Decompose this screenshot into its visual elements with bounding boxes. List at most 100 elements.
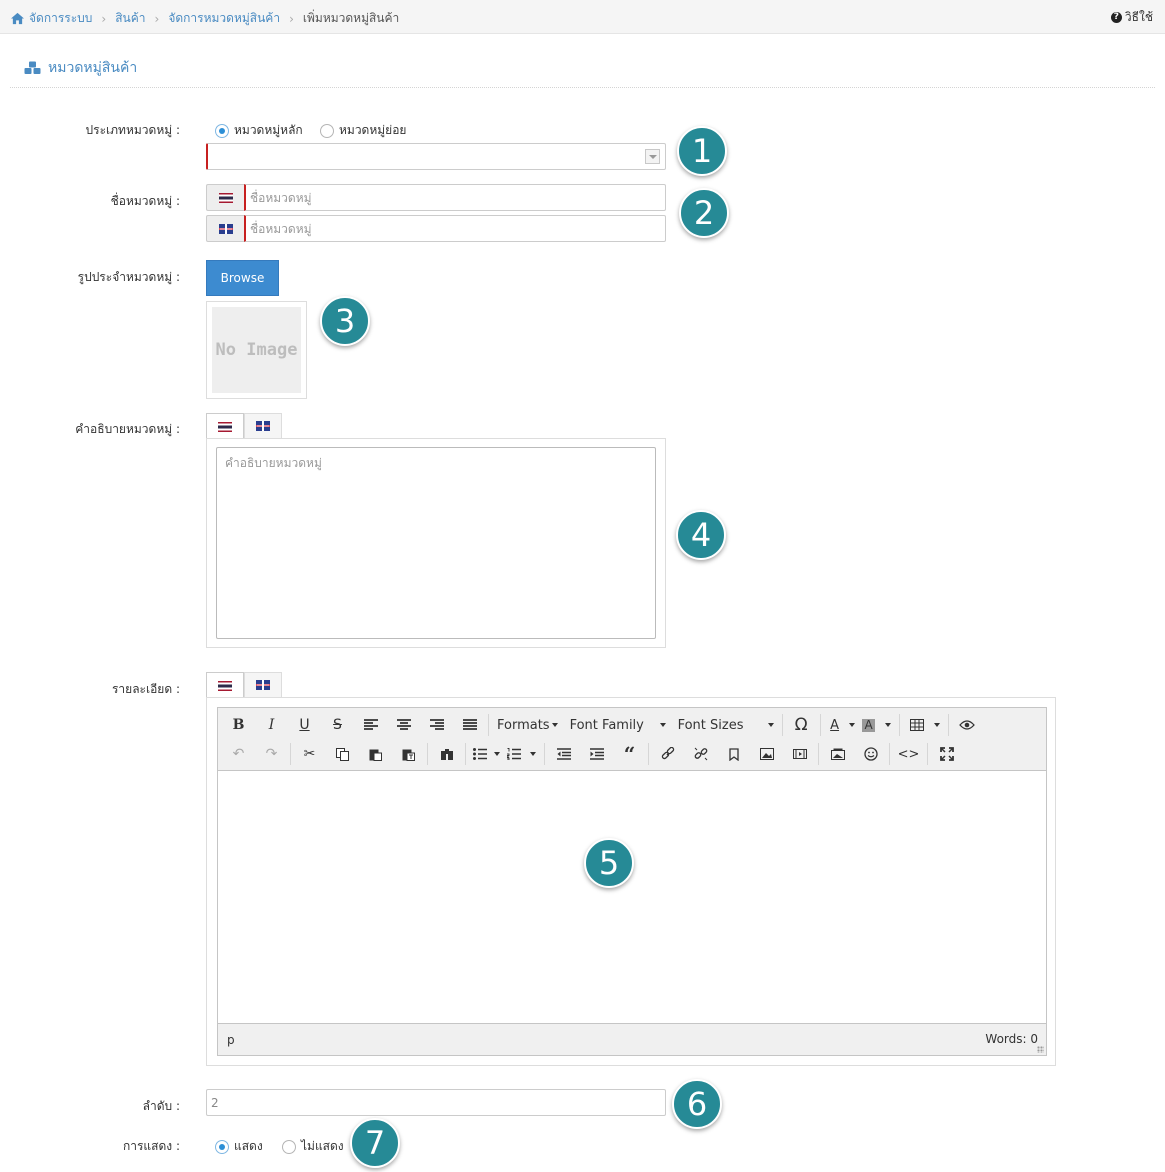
- name-th-input[interactable]: [244, 184, 666, 211]
- detail-label: รายละเอียด :: [111, 682, 180, 696]
- radio-dot[interactable]: [282, 1139, 296, 1154]
- tab-detail-en[interactable]: [244, 672, 282, 697]
- emoticons-icon[interactable]: [854, 741, 887, 767]
- toolbar-divider: [898, 714, 900, 736]
- indent-icon[interactable]: [580, 741, 613, 767]
- thai-flag-icon: [218, 192, 233, 203]
- italic-icon[interactable]: I: [255, 712, 288, 738]
- rich-text-editor: B I U S Formats Font Family Font Sizes Ω: [217, 707, 1047, 1056]
- find-replace-icon[interactable]: [430, 741, 463, 767]
- editor-statusbar: p Words: 0: [218, 1023, 1046, 1055]
- home-icon[interactable]: [10, 12, 25, 25]
- align-right-icon[interactable]: [420, 712, 453, 738]
- radio-dot[interactable]: [215, 1139, 229, 1154]
- paste-icon[interactable]: [359, 741, 392, 767]
- outdent-icon[interactable]: [547, 741, 580, 767]
- text-color-icon[interactable]: A: [823, 712, 847, 738]
- step-badge-7: 7: [350, 1118, 400, 1168]
- blockquote-icon[interactable]: “: [613, 741, 646, 767]
- bookmark-anchor-icon[interactable]: [717, 741, 750, 767]
- display-label: การแสดง :: [122, 1139, 180, 1153]
- strikethrough-icon[interactable]: S: [321, 712, 354, 738]
- undo-icon[interactable]: ↶: [222, 741, 255, 767]
- preview-eye-icon[interactable]: [951, 712, 984, 738]
- name-en-group: [206, 215, 666, 242]
- fullscreen-icon[interactable]: [930, 741, 963, 767]
- underline-icon[interactable]: U: [288, 712, 321, 738]
- radio-main-category[interactable]: หมวดหมู่หลัก: [215, 121, 303, 140]
- align-center-icon[interactable]: [387, 712, 420, 738]
- background-color-icon[interactable]: A: [855, 712, 883, 738]
- breadcrumb: จัดการระบบ › สินค้า › จัดการหมวดหมู่สินค…: [10, 9, 399, 28]
- media-icon[interactable]: [783, 741, 816, 767]
- paste-text-icon[interactable]: [392, 741, 425, 767]
- bold-icon[interactable]: B: [222, 712, 255, 738]
- radio-display-hide[interactable]: ไม่แสดง: [282, 1137, 344, 1156]
- question-icon: ?: [1110, 12, 1122, 23]
- tab-detail-th[interactable]: [206, 672, 244, 698]
- font-family-dropdown[interactable]: Font Family: [564, 712, 672, 738]
- breadcrumb-link-products[interactable]: สินค้า: [115, 9, 145, 28]
- description-textarea[interactable]: [216, 447, 656, 639]
- file-manager-icon[interactable]: [821, 741, 854, 767]
- toolbar-divider: [488, 714, 489, 736]
- name-th-group: [206, 184, 666, 211]
- help-link[interactable]: ? วิธีใช้: [1110, 8, 1153, 27]
- image-label: รูปประจำหมวดหมู่ :: [77, 270, 180, 284]
- description-label: คำอธิบายหมวดหมู่ :: [75, 422, 180, 436]
- tab-description-en[interactable]: [244, 413, 282, 438]
- toolbar-divider: [465, 743, 466, 765]
- name-label: ชื่อหมวดหมู่ :: [110, 194, 180, 208]
- chevron-down-icon[interactable]: [645, 149, 660, 164]
- radio-sub-category[interactable]: หมวดหมู่ย่อย: [320, 121, 406, 140]
- breadcrumb-current: เพิ่มหมวดหมู่สินค้า: [302, 11, 400, 25]
- editor-toolbar: B I U S Formats Font Family Font Sizes Ω: [218, 708, 1046, 771]
- breadcrumb-link-categories[interactable]: จัดการหมวดหมู่สินค้า: [168, 9, 280, 28]
- bullet-list-icon[interactable]: [468, 741, 492, 767]
- font-sizes-label: Font Sizes: [677, 717, 744, 733]
- radio-display-show[interactable]: แสดง: [215, 1137, 263, 1156]
- editor-content-area[interactable]: [218, 771, 1046, 1023]
- chevron-down-icon: [551, 723, 558, 727]
- element-path[interactable]: p: [227, 1033, 235, 1047]
- resize-handle-icon[interactable]: [1037, 1046, 1044, 1053]
- browse-button[interactable]: Browse: [206, 260, 279, 296]
- parent-category-select[interactable]: [206, 143, 666, 170]
- chevron-down-icon[interactable]: [530, 752, 536, 756]
- cut-icon[interactable]: ✂: [293, 741, 326, 767]
- radio-dot[interactable]: [215, 123, 229, 138]
- image-icon[interactable]: [750, 741, 783, 767]
- toolbar-divider: [818, 743, 819, 765]
- toolbar-divider: [819, 714, 821, 736]
- unlink-icon[interactable]: [684, 741, 717, 767]
- thai-flag-addon: [206, 184, 244, 211]
- source-code-icon[interactable]: <>: [892, 741, 925, 767]
- name-en-input[interactable]: [244, 215, 666, 242]
- radio-dot[interactable]: [320, 123, 334, 138]
- radio-hide-label: ไม่แสดง: [301, 1139, 344, 1153]
- align-justify-icon[interactable]: [453, 712, 486, 738]
- chevron-down-icon[interactable]: [884, 723, 891, 727]
- toolbar-row-1: B I U S Formats Font Family Font Sizes Ω: [222, 712, 984, 738]
- chevron-down-icon[interactable]: [933, 723, 940, 727]
- uk-flag-icon: [218, 223, 233, 234]
- breadcrumb-link-system[interactable]: จัดการระบบ: [29, 9, 92, 28]
- formats-dropdown[interactable]: Formats: [491, 712, 564, 738]
- radio-show-label: แสดง: [234, 1139, 263, 1153]
- order-input[interactable]: [206, 1089, 666, 1116]
- uk-flag-icon: [256, 680, 270, 690]
- copy-icon[interactable]: [326, 741, 359, 767]
- font-family-label: Font Family: [569, 717, 644, 733]
- special-char-icon[interactable]: Ω: [785, 712, 818, 738]
- align-left-icon[interactable]: [354, 712, 387, 738]
- description-lang-tabs: [206, 413, 282, 439]
- redo-icon[interactable]: ↷: [255, 741, 288, 767]
- step-badge-4: 4: [676, 510, 726, 560]
- type-label: ประเภทหมวดหมู่ :: [85, 123, 180, 137]
- table-icon[interactable]: [902, 712, 932, 738]
- font-sizes-dropdown[interactable]: Font Sizes: [672, 712, 780, 738]
- thai-flag-icon: [218, 421, 232, 432]
- tab-description-th[interactable]: [206, 413, 244, 439]
- link-icon[interactable]: [651, 741, 684, 767]
- numbered-list-icon[interactable]: [500, 741, 528, 767]
